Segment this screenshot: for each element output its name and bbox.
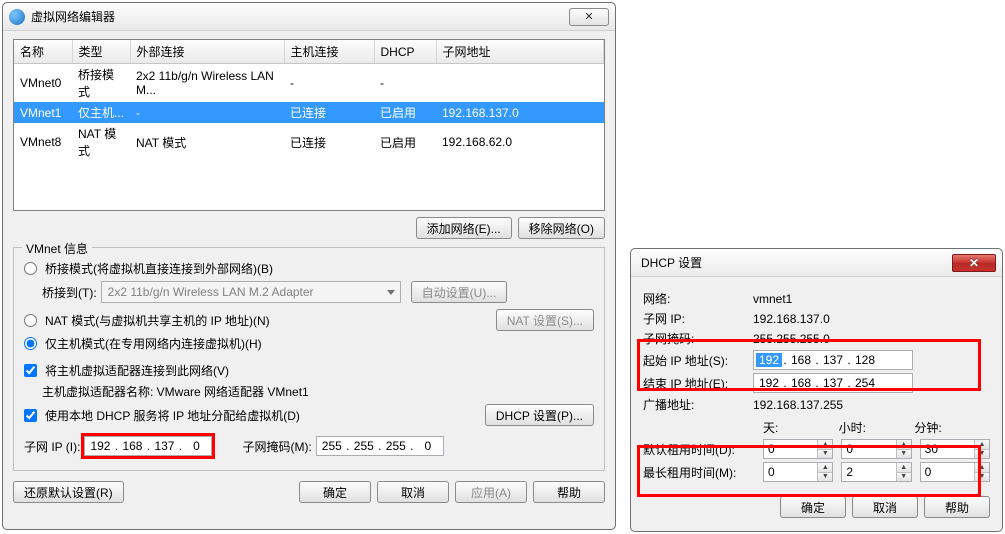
max-lease-min[interactable]: 0▲▼: [920, 462, 990, 482]
virtual-network-editor-window: 虚拟网络编辑器 ✕ 名称 类型 外部连接 主机连接 DHCP 子网地址 VMne…: [2, 2, 616, 530]
checkbox-host-adapter-label: 将主机虚拟适配器连接到此网络(V): [45, 362, 229, 379]
vmnet-info-group: VMnet 信息 桥接模式(将虚拟机直接连接到外部网络)(B) 桥接到(T): …: [13, 247, 605, 471]
broadcast-value: 192.168.137.255: [753, 398, 843, 412]
radio-bridge-label: 桥接模式(将虚拟机直接连接到外部网络)(B): [45, 260, 273, 277]
nat-settings-button[interactable]: NAT 设置(S)...: [496, 309, 594, 331]
checkbox-dhcp-label: 使用本地 DHCP 服务将 IP 地址分配给虚拟机(D): [45, 407, 300, 424]
subnet-ip-label: 子网 IP (I):: [24, 438, 80, 455]
apply-button[interactable]: 应用(A): [455, 481, 527, 503]
start-ip-input[interactable]: 192. 168. 137. 128: [753, 350, 913, 370]
cancel-button[interactable]: 取消: [852, 496, 918, 518]
subnet-mask-label: 子网掩码:: [643, 330, 753, 347]
network-label: 网络:: [643, 290, 753, 307]
col-ext[interactable]: 外部连接: [130, 40, 284, 64]
col-hour: 小时:: [839, 419, 915, 436]
checkbox-host-adapter[interactable]: [24, 364, 37, 377]
radio-host-only-label: 仅主机模式(在专用网络内连接虚拟机)(H): [45, 335, 262, 352]
max-lease-hour[interactable]: 2▲▼: [841, 462, 911, 482]
close-button[interactable]: ✕: [569, 8, 609, 26]
close-button[interactable]: ✕: [952, 254, 996, 272]
dhcp-title: DHCP 设置: [641, 254, 952, 271]
max-lease-label: 最长租用时间(M):: [643, 464, 763, 481]
subnet-mask-value: 255.255.255.0: [753, 332, 830, 346]
end-ip-input[interactable]: 192. 168. 137. 254: [753, 373, 913, 393]
subnet-ip-value: 192.168.137.0: [753, 312, 830, 326]
ok-button[interactable]: 确定: [299, 481, 371, 503]
default-lease-min[interactable]: 30▲▼: [920, 439, 990, 459]
subnet-ip-input[interactable]: 192. 168. 137. 0: [84, 436, 212, 456]
dhcp-settings-button[interactable]: DHCP 设置(P)...: [485, 404, 594, 426]
radio-nat-label: NAT 模式(与虚拟机共享主机的 IP 地址)(N): [45, 312, 270, 329]
end-ip-label: 结束 IP 地址(E):: [643, 375, 753, 392]
subnet-ip-label: 子网 IP:: [643, 310, 753, 327]
col-name[interactable]: 名称: [14, 40, 72, 64]
col-dhcp[interactable]: DHCP: [374, 40, 436, 64]
host-adapter-name: 主机虚拟适配器名称: VMware 网络适配器 VMnet1: [42, 383, 309, 400]
dhcp-titlebar: DHCP 设置 ✕: [631, 249, 1002, 277]
add-network-button[interactable]: 添加网络(E)...: [416, 217, 512, 239]
bridge-to-label: 桥接到(T):: [42, 284, 97, 301]
table-row[interactable]: VMnet0 桥接模式 2x2 11b/g/n Wireless LAN M..…: [14, 64, 604, 103]
table-row[interactable]: VMnet8 NAT 模式 NAT 模式 已连接 已启用 192.168.62.…: [14, 123, 604, 161]
auto-config-button[interactable]: 自动设置(U)...: [411, 281, 508, 303]
max-lease-day[interactable]: 0▲▼: [763, 462, 833, 482]
broadcast-label: 广播地址:: [643, 396, 753, 413]
networks-table[interactable]: 名称 类型 外部连接 主机连接 DHCP 子网地址 VMnet0 桥接模式 2x…: [13, 39, 605, 211]
radio-bridge[interactable]: [24, 262, 37, 275]
subnet-mask-label: 子网掩码(M):: [242, 438, 311, 455]
help-button[interactable]: 帮助: [924, 496, 990, 518]
radio-host-only[interactable]: [24, 337, 37, 350]
ok-button[interactable]: 确定: [780, 496, 846, 518]
globe-icon: [9, 9, 25, 25]
default-lease-hour[interactable]: 0▲▼: [841, 439, 911, 459]
restore-defaults-button[interactable]: 还原默认设置(R): [13, 481, 124, 503]
table-row[interactable]: VMnet1 仅主机... - 已连接 已启用 192.168.137.0: [14, 102, 604, 123]
editor-title: 虚拟网络编辑器: [31, 8, 569, 25]
network-value: vmnet1: [753, 292, 792, 306]
editor-titlebar: 虚拟网络编辑器 ✕: [3, 3, 615, 31]
col-day: 天:: [763, 419, 839, 436]
vmnet-info-legend: VMnet 信息: [22, 240, 92, 257]
bridge-adapter-combo[interactable]: 2x2 11b/g/n Wireless LAN M.2 Adapter: [101, 281, 401, 303]
subnet-mask-input[interactable]: 255. 255. 255. 0: [316, 436, 444, 456]
col-type[interactable]: 类型: [72, 40, 130, 64]
default-lease-day[interactable]: 0▲▼: [763, 439, 833, 459]
default-lease-label: 默认租用时间(D):: [643, 441, 763, 458]
col-host[interactable]: 主机连接: [284, 40, 374, 64]
col-min: 分钟:: [914, 419, 990, 436]
help-button[interactable]: 帮助: [533, 481, 605, 503]
remove-network-button[interactable]: 移除网络(O): [518, 217, 605, 239]
col-subnet[interactable]: 子网地址: [436, 40, 604, 64]
radio-nat[interactable]: [24, 314, 37, 327]
cancel-button[interactable]: 取消: [377, 481, 449, 503]
dhcp-settings-window: DHCP 设置 ✕ 网络:vmnet1 子网 IP:192.168.137.0 …: [630, 248, 1003, 532]
checkbox-dhcp[interactable]: [24, 409, 37, 422]
start-ip-label: 起始 IP 地址(S):: [643, 352, 753, 369]
